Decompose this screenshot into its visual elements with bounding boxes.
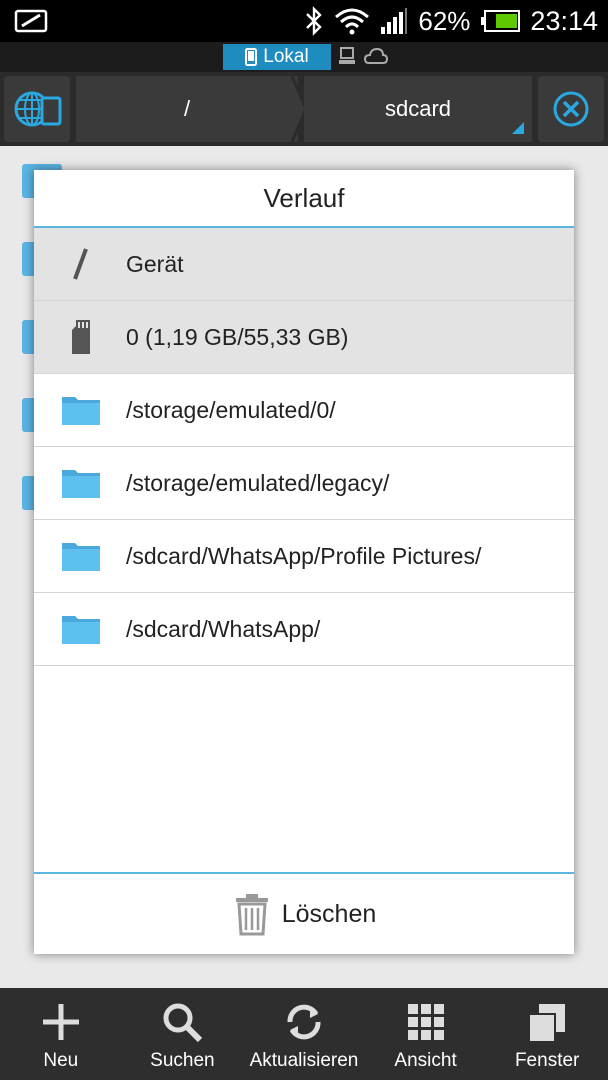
history-item-label: /storage/emulated/0/ [126,396,336,423]
wifi-icon [335,8,370,35]
windows-icon [525,1000,569,1044]
phone-icon [245,48,258,66]
history-dialog: Verlauf Gerät 0 (1,19 GB/55,33 GB) /stor… [34,170,574,954]
path-root-label: / [183,96,191,121]
clear-history-button[interactable]: Löschen [34,872,574,954]
nav-search-label: Suchen [150,1050,215,1071]
screenshot-icon [14,9,48,33]
close-circle-icon [553,91,589,127]
folder-icon [60,462,102,504]
history-item-folder[interactable]: /sdcard/WhatsApp/Profile Pictures/ [34,520,574,593]
dropdown-corner-icon [512,122,524,134]
slash-icon [60,243,102,285]
folder-icon [60,535,102,577]
nav-windows-label: Fenster [514,1050,580,1071]
battery-icon [481,10,521,32]
history-item-folder[interactable]: /storage/emulated/0/ [34,374,574,447]
path-sdcard-segment[interactable]: sdcard [304,76,532,142]
location-strip: Lokal [0,42,608,72]
nav-refresh-button[interactable]: Aktualisieren [243,988,365,1080]
grid-icon [404,1000,448,1044]
clock: 23:14 [530,5,598,36]
history-item-sdcard[interactable]: 0 (1,19 GB/55,33 GB) [34,301,574,374]
trash-icon [235,894,268,936]
history-item-folder[interactable]: /storage/emulated/legacy/ [34,447,574,520]
globe-device-button[interactable] [4,76,70,142]
signal-icon [381,8,408,34]
dialog-title: Verlauf [34,170,574,228]
plus-icon [39,1000,83,1044]
history-item-folder[interactable]: /sdcard/WhatsApp/ [34,593,574,666]
nav-new-label: Neu [43,1050,79,1071]
history-item-label: Gerät [126,250,184,277]
history-item-label: /sdcard/WhatsApp/ [126,615,321,642]
nav-refresh-label: Aktualisieren [249,1050,359,1071]
nav-view-label: Ansicht [394,1050,457,1071]
close-button[interactable] [538,76,604,142]
search-icon [160,1000,204,1044]
globe-device-icon [14,91,62,127]
status-bar: 62% 23:14 [0,0,608,42]
nav-view-button[interactable]: Ansicht [365,988,487,1080]
bluetooth-icon [306,6,323,36]
history-item-label: 0 (1,19 GB/55,33 GB) [126,323,349,350]
path-sdcard-label: sdcard [384,96,452,121]
battery-percent: 62% [418,5,471,36]
tab-lokal[interactable]: Lokal [223,44,331,70]
toolbar: / sdcard [0,72,608,146]
sdcard-icon [60,316,102,358]
history-item-label: /sdcard/WhatsApp/Profile Pictures/ [126,542,482,569]
tab-lokal-label: Lokal [263,46,309,67]
cloud-icon[interactable] [364,46,388,66]
clear-history-label: Löschen [281,899,377,928]
network-icon[interactable] [338,46,358,66]
nav-windows-button[interactable]: Fenster [486,988,608,1080]
path-root-segment[interactable]: / [76,76,298,142]
history-item-device[interactable]: Gerät [34,228,574,301]
folder-icon [60,608,102,650]
refresh-icon [282,1000,326,1044]
nav-search-button[interactable]: Suchen [122,988,244,1080]
nav-new-button[interactable]: Neu [0,988,122,1080]
bottom-nav: Neu Suchen Aktualisieren Ansicht Fenster [0,988,608,1080]
history-item-label: /storage/emulated/legacy/ [126,469,390,496]
folder-icon [60,389,102,431]
